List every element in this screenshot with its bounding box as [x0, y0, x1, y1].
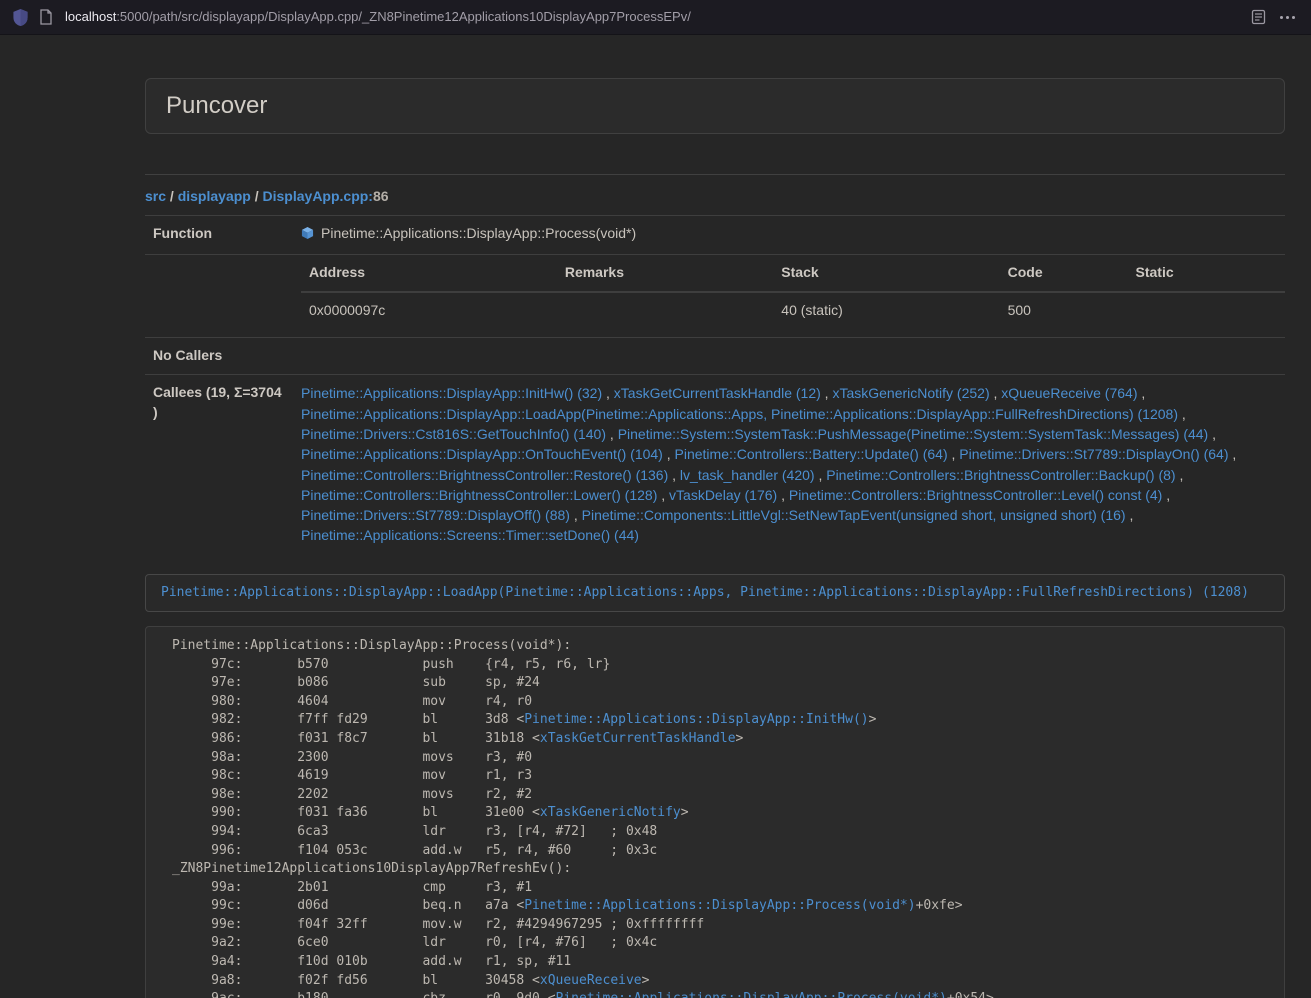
page-title: Puncover	[166, 93, 1264, 119]
function-row-label: Function	[145, 216, 293, 255]
disasm-symbol-link[interactable]: xQueueReceive	[540, 973, 642, 988]
shield-icon[interactable]	[12, 8, 29, 27]
callee-link[interactable]: Pinetime::Applications::DisplayApp::OnTo…	[301, 446, 663, 462]
disassembly-block: Pinetime::Applications::DisplayApp::Proc…	[145, 626, 1285, 998]
callee-separator: ,	[821, 385, 833, 401]
breadcrumb-line-number: 86	[373, 188, 389, 204]
callees-list: Pinetime::Applications::DisplayApp::Init…	[293, 375, 1285, 554]
callee-link[interactable]: xTaskGetCurrentTaskHandle (12)	[614, 385, 821, 401]
column-header-static: Static	[1128, 263, 1285, 292]
callee-link[interactable]: Pinetime::Components::LittleVgl::SetNewT…	[582, 507, 1126, 523]
app-header: Puncover	[145, 78, 1285, 134]
callee-separator: ,	[1126, 507, 1134, 523]
callee-separator: ,	[606, 426, 618, 442]
address-value: 0x0000097c	[301, 292, 557, 329]
disasm-symbol-link[interactable]: Pinetime::Applications::DisplayApp::Init…	[524, 712, 868, 727]
callee-link[interactable]: Pinetime::Drivers::St7789::DisplayOff() …	[301, 507, 570, 523]
divider	[145, 174, 1285, 175]
static-value	[1128, 292, 1285, 329]
callee-separator: ,	[1178, 406, 1186, 422]
callee-separator: ,	[668, 467, 680, 483]
callee-separator: ,	[602, 385, 614, 401]
callee-link[interactable]: vTaskDelay (176)	[669, 487, 777, 503]
browser-toolbar: localhost:5000/path/src/displayapp/Displ…	[0, 0, 1311, 35]
callee-link[interactable]: Pinetime::System::SystemTask::PushMessag…	[618, 426, 1209, 442]
callee-separator: ,	[815, 467, 827, 483]
callees-label: Callees (19, Σ=3704 )	[145, 375, 293, 554]
function-row: Function Pinetime::Applications::Display…	[145, 216, 1285, 255]
callee-separator: ,	[570, 507, 582, 523]
disasm-symbol-link[interactable]: xTaskGetCurrentTaskHandle	[540, 731, 736, 746]
column-header-address: Address	[301, 263, 557, 292]
browser-window: localhost:5000/path/src/displayapp/Displ…	[0, 0, 1311, 998]
callee-separator: ,	[1208, 426, 1216, 442]
empty-cell	[145, 255, 293, 338]
callee-link[interactable]: Pinetime::Controllers::BrightnessControl…	[301, 467, 668, 483]
callees-row: Callees (19, Σ=3704 ) Pinetime::Applicat…	[145, 375, 1285, 554]
callee-separator: ,	[777, 487, 789, 503]
callee-separator: ,	[1229, 446, 1237, 462]
callee-separator: ,	[1162, 487, 1170, 503]
stack-value: 40 (static)	[773, 292, 999, 329]
function-signature: Pinetime::Applications::DisplayApp::Proc…	[321, 225, 636, 241]
metrics-table: AddressRemarksStackCodeStatic 0x0000097c…	[301, 263, 1285, 329]
callee-separator: ,	[1137, 385, 1145, 401]
callee-link[interactable]: Pinetime::Controllers::Battery::Update()…	[675, 446, 948, 462]
remarks-value	[557, 292, 773, 329]
metrics-row: AddressRemarksStackCodeStatic 0x0000097c…	[145, 255, 1285, 338]
callee-link[interactable]: Pinetime::Applications::DisplayApp::Load…	[301, 406, 1178, 422]
metrics-value-row: 0x0000097c 40 (static) 500	[301, 292, 1285, 329]
callee-link[interactable]: xTaskGenericNotify (252)	[832, 385, 989, 401]
callee-link[interactable]: Pinetime::Drivers::St7789::DisplayOn() (…	[959, 446, 1228, 462]
selected-symbol-box: Pinetime::Applications::DisplayApp::Load…	[145, 574, 1285, 612]
symbol-info-table: Function Pinetime::Applications::Display…	[145, 215, 1285, 553]
callee-link[interactable]: Pinetime::Controllers::BrightnessControl…	[301, 487, 657, 503]
disasm-symbol-link[interactable]: xTaskGenericNotify	[540, 805, 681, 820]
url-bar[interactable]: localhost:5000/path/src/displayapp/Displ…	[65, 8, 1241, 27]
callee-separator: ,	[657, 487, 669, 503]
selected-symbol-link[interactable]: Pinetime::Applications::DisplayApp::Load…	[161, 585, 1249, 600]
breadcrumb-link[interactable]: DisplayApp.cpp:	[263, 188, 373, 204]
column-header-remarks: Remarks	[557, 263, 773, 292]
callee-link[interactable]: Pinetime::Drivers::Cst816S::GetTouchInfo…	[301, 426, 606, 442]
callee-separator: ,	[990, 385, 1002, 401]
breadcrumb-separator: /	[166, 188, 178, 204]
breadcrumb: src / displayapp / DisplayApp.cpp:86	[145, 187, 1285, 207]
disasm-symbol-link[interactable]: Pinetime::Applications::DisplayApp::Proc…	[556, 991, 947, 998]
no-callers-row: No Callers	[145, 338, 1285, 375]
breadcrumb-link[interactable]: displayapp	[178, 188, 251, 204]
callee-link[interactable]: xQueueReceive (764)	[1001, 385, 1137, 401]
disasm-symbol-link[interactable]: Pinetime::Applications::DisplayApp::Proc…	[524, 898, 915, 913]
url-host: localhost	[65, 9, 116, 24]
page-info-icon[interactable]	[39, 9, 53, 25]
breadcrumb-separator: /	[251, 188, 263, 204]
no-callers-label: No Callers	[145, 338, 293, 375]
callee-link[interactable]: Pinetime::Controllers::BrightnessControl…	[789, 487, 1162, 503]
code-size-value: 500	[1000, 292, 1128, 329]
column-header-code: Code	[1000, 263, 1128, 292]
column-header-stack: Stack	[773, 263, 999, 292]
callee-link[interactable]: lv_task_handler (420)	[680, 467, 815, 483]
browser-menu-icon[interactable]	[1276, 12, 1299, 23]
metrics-header-row: AddressRemarksStackCodeStatic	[301, 263, 1285, 292]
callee-link[interactable]: Pinetime::Applications::Screens::Timer::…	[301, 527, 639, 543]
callee-link[interactable]: Pinetime::Applications::DisplayApp::Init…	[301, 385, 602, 401]
main-content: Puncover src / displayapp / DisplayApp.c…	[145, 78, 1285, 998]
reader-mode-icon[interactable]	[1251, 9, 1266, 25]
callee-separator: ,	[948, 446, 960, 462]
function-type-icon	[301, 226, 314, 246]
url-path: :5000/path/src/displayapp/DisplayApp.cpp…	[116, 9, 691, 24]
callee-separator: ,	[663, 446, 675, 462]
callee-link[interactable]: Pinetime::Controllers::BrightnessControl…	[826, 467, 1175, 483]
breadcrumb-link[interactable]: src	[145, 188, 166, 204]
callee-separator: ,	[1176, 467, 1184, 483]
